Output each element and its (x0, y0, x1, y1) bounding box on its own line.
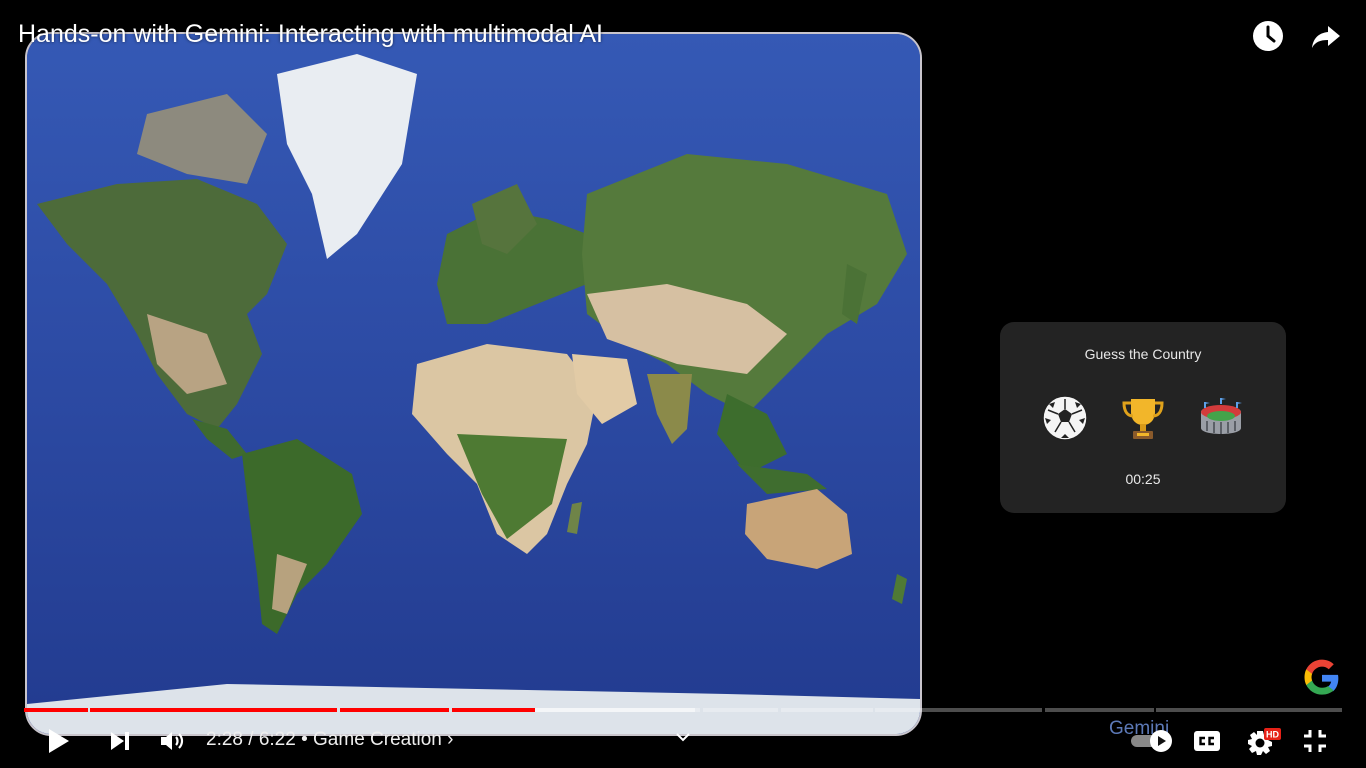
cc-icon (1194, 731, 1220, 751)
autoplay-toggle[interactable] (1128, 718, 1176, 764)
guess-the-country-card: Guess the Country 00:25 (1000, 322, 1286, 513)
top-right-actions (1250, 18, 1344, 54)
world-map (27, 34, 920, 734)
captions-button[interactable] (1190, 718, 1224, 764)
chapter-segment[interactable] (452, 708, 700, 712)
chapter-segment[interactable] (703, 708, 778, 712)
volume-icon (161, 732, 184, 750)
exit-fullscreen-button[interactable] (1298, 718, 1332, 764)
volume-button[interactable] (156, 718, 190, 764)
chapter-segment[interactable] (781, 708, 873, 712)
chapter-segment[interactable] (875, 708, 1042, 712)
chapter-chevron[interactable]: › (447, 729, 453, 750)
google-logo-icon (1304, 659, 1339, 695)
world-map-video-frame[interactable] (25, 32, 922, 736)
game-title: Guess the Country (1084, 346, 1202, 362)
settings-button[interactable]: HD (1244, 718, 1284, 764)
time-separator: / (248, 729, 254, 750)
exit-fullscreen-icon (1304, 730, 1326, 752)
chevron-down-icon (676, 733, 690, 742)
video-title[interactable]: Hands-on with Gemini: Interacting with m… (18, 20, 603, 49)
soccer-ball-icon (1042, 395, 1088, 441)
next-button[interactable] (104, 718, 136, 764)
progress-bar[interactable] (24, 708, 1342, 713)
trophy-icon (1122, 399, 1164, 439)
chapters-dropdown[interactable] (670, 718, 696, 756)
share-arrow-icon (1312, 26, 1340, 48)
chapter-segment[interactable] (1156, 708, 1342, 712)
chapter-segment[interactable] (90, 708, 337, 712)
chapter-segment[interactable] (340, 708, 449, 712)
stadium-icon (1201, 398, 1242, 434)
play-button[interactable] (40, 718, 78, 764)
share-button[interactable] (1308, 18, 1344, 54)
autoplay-toggle-icon (1131, 730, 1172, 752)
gear-icon: HD (1248, 728, 1281, 755)
duration: 6:22 (258, 729, 296, 750)
current-time: 2:28 (206, 729, 243, 750)
emoji-clues (1000, 394, 1286, 442)
clock-icon (1253, 21, 1283, 51)
player-controls: 2:28 / 6:22 • Game Creation › HD (0, 718, 1366, 766)
chapter-bullet: • (301, 729, 308, 750)
hd-badge: HD (1266, 730, 1279, 740)
play-icon (49, 729, 69, 753)
time-display: 2:28 / 6:22 • Game Creation › (206, 729, 453, 751)
watch-later-button[interactable] (1250, 18, 1286, 54)
chapter-segment[interactable] (24, 708, 88, 712)
chapter-title[interactable]: Game Creation (313, 729, 442, 750)
game-timer: 00:25 (1125, 471, 1161, 487)
chapter-segment[interactable] (1045, 708, 1154, 712)
next-icon (111, 732, 129, 750)
